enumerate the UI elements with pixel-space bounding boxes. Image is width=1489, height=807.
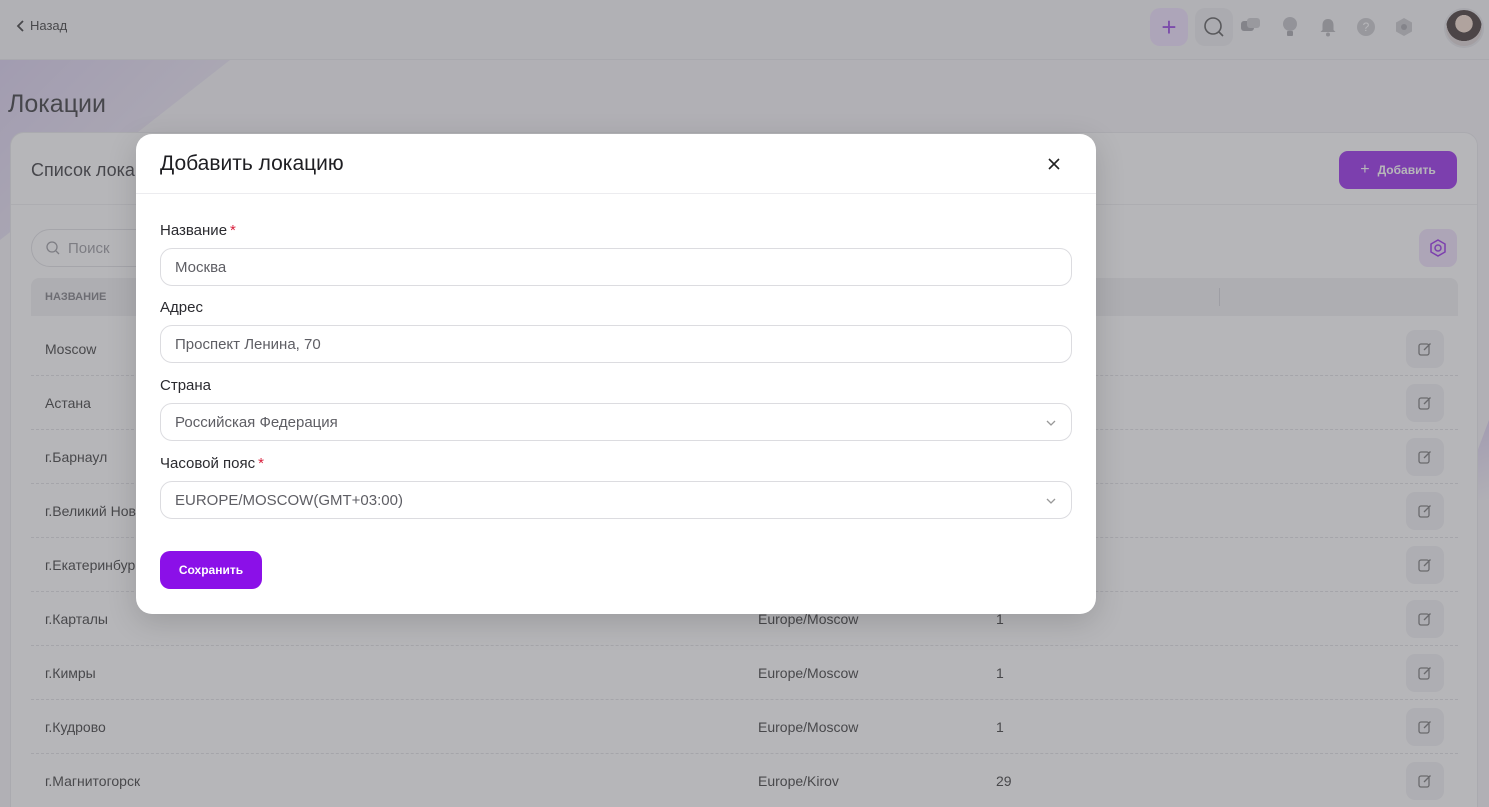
country-label: Страна bbox=[160, 377, 211, 394]
dialog-header: Добавить локацию bbox=[136, 134, 1096, 194]
name-label: Название * bbox=[160, 222, 236, 239]
address-label-text: Адрес bbox=[160, 299, 203, 316]
close-button[interactable] bbox=[1046, 156, 1062, 172]
required-mark: * bbox=[258, 455, 264, 472]
address-input[interactable] bbox=[160, 325, 1072, 363]
address-label: Адрес bbox=[160, 299, 203, 316]
chevron-down-icon bbox=[1046, 420, 1056, 426]
timezone-select[interactable]: EUROPE/MOSCOW(GMT+03:00) bbox=[160, 481, 1072, 519]
name-input[interactable] bbox=[160, 248, 1072, 286]
country-select[interactable]: Российская Федерация bbox=[160, 403, 1072, 441]
add-location-dialog: Добавить локацию Название* Адрес Страна … bbox=[136, 134, 1096, 614]
close-icon bbox=[1048, 158, 1060, 170]
chevron-down-icon bbox=[1046, 498, 1056, 504]
required-mark: * bbox=[230, 222, 236, 239]
timezone-label-text: Часовой пояс bbox=[160, 455, 256, 472]
country-label-text: Страна bbox=[160, 377, 212, 394]
name-label-text: Название bbox=[160, 222, 228, 239]
dialog-title: Добавить локацию bbox=[160, 152, 344, 175]
timezone-label: Часовой пояс * bbox=[160, 455, 264, 472]
country-value: Российская Федерация bbox=[175, 413, 338, 431]
timezone-value: EUROPE/MOSCOW(GMT+03:00) bbox=[175, 491, 403, 509]
save-button[interactable]: Сохранить bbox=[160, 551, 262, 589]
